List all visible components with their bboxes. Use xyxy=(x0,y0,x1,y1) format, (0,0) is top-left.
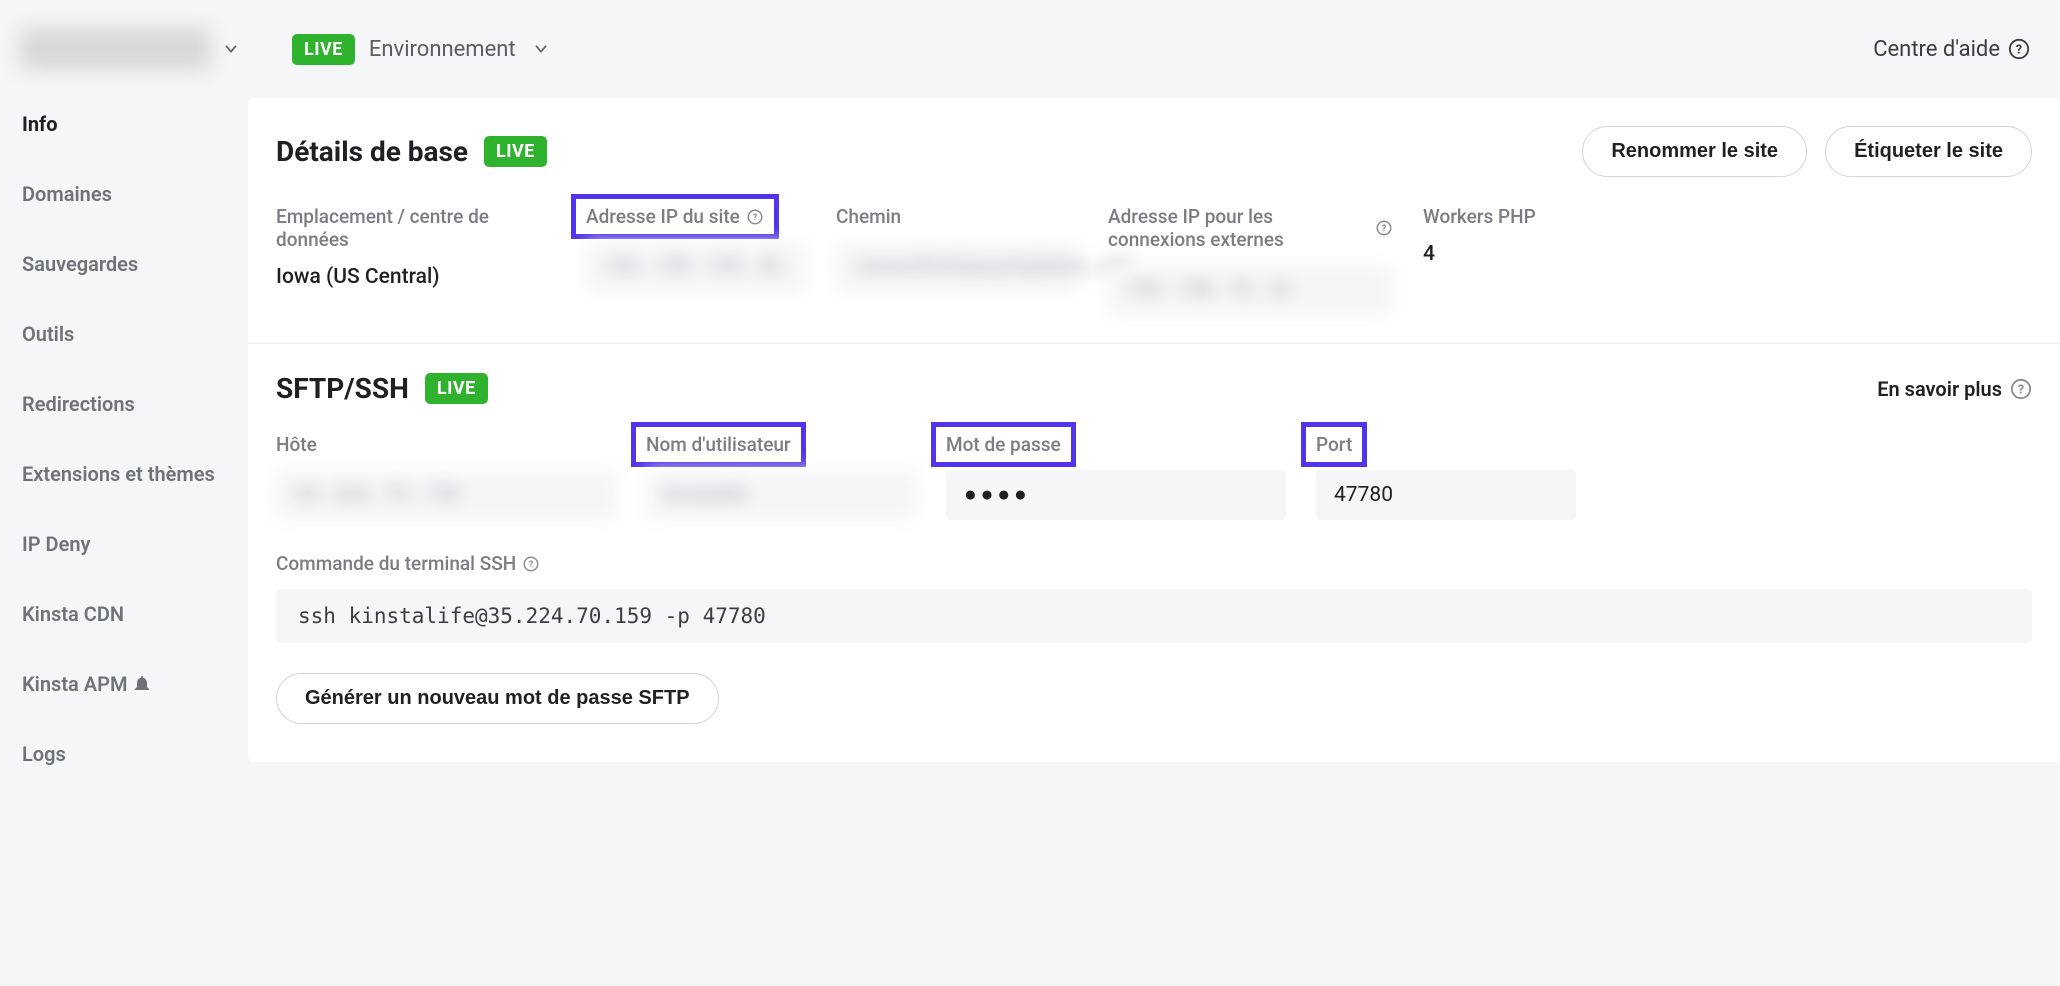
host-label: Hôte xyxy=(276,433,317,456)
site-ip-value[interactable]: 162 . 159 . 135 . 42 xyxy=(586,242,806,292)
sidebar-item-label: Info xyxy=(22,112,58,136)
field-port: Port 47780 xyxy=(1316,433,1576,520)
sidebar-item-kinsta-cdn[interactable]: Kinsta CDN xyxy=(22,588,248,640)
path-label: Chemin xyxy=(836,205,901,228)
regenerate-sftp-password-button[interactable]: Générer un nouveau mot de passe SFTP xyxy=(276,673,719,724)
main-content: Détails de base LIVE Renommer le site Ét… xyxy=(248,98,2060,762)
port-label: Port xyxy=(1301,422,1367,467)
svg-text:?: ? xyxy=(1382,224,1387,234)
field-host: Hôte 35 . 224 . 70 . 159 xyxy=(276,433,616,520)
sidebar-item-label: Extensions et thèmes xyxy=(22,462,215,486)
help-icon: ? xyxy=(2010,378,2032,400)
sidebar-item-label: Sauvegardes xyxy=(22,252,138,276)
help-icon: ? xyxy=(2008,38,2030,60)
sidebar-item-label: Outils xyxy=(22,322,74,346)
sidebar: Info Domaines Sauvegardes Outils Redirec… xyxy=(0,98,248,798)
sidebar-item-domaines[interactable]: Domaines xyxy=(22,168,248,220)
sidebar-item-logs[interactable]: Logs xyxy=(22,728,248,780)
location-value: Iowa (US Central) xyxy=(276,265,556,289)
help-icon[interactable]: ? xyxy=(1375,219,1393,237)
site-ip-label: Adresse IP du site ? xyxy=(571,194,779,239)
sidebar-item-extensions[interactable]: Extensions et thèmes xyxy=(22,448,248,500)
section-title-basic: Détails de base xyxy=(276,135,468,168)
field-ssh-command: Commande du terminal SSH ? ssh kinstalif… xyxy=(276,552,2032,671)
sidebar-item-info[interactable]: Info xyxy=(22,98,248,150)
section-sftp-ssh: SFTP/SSH LIVE En savoir plus ? Hôte 35 .… xyxy=(248,343,2060,752)
host-value[interactable]: 35 . 224 . 70 . 159 xyxy=(276,470,616,520)
php-workers-label: Workers PHP xyxy=(1423,205,1536,228)
field-external-ip: Adresse IP pour les connexions externes … xyxy=(1108,205,1393,315)
svg-text:?: ? xyxy=(529,560,534,570)
field-php-workers: Workers PHP 4 xyxy=(1423,205,1563,315)
label-site-button[interactable]: Étiqueter le site xyxy=(1825,126,2032,177)
site-switcher-chevron-icon[interactable] xyxy=(222,40,240,58)
ssh-command-value[interactable]: ssh kinstalife@35.224.70.159 -p 47780 xyxy=(276,589,2032,643)
sidebar-item-kinsta-apm[interactable]: Kinsta APM xyxy=(22,658,248,710)
sftp-live-badge: LIVE xyxy=(425,373,488,404)
sidebar-item-label: Logs xyxy=(22,742,66,766)
field-password: Mot de passe ●●●● xyxy=(946,433,1286,520)
sidebar-item-label: IP Deny xyxy=(22,532,90,556)
help-icon[interactable]: ? xyxy=(522,555,540,573)
sidebar-item-label: Kinsta APM xyxy=(22,672,127,696)
bell-icon xyxy=(135,676,149,692)
help-center-label: Centre d'aide xyxy=(1873,37,2000,62)
field-site-ip: Adresse IP du site ? 162 . 159 . 135 . 4… xyxy=(586,205,806,315)
sidebar-item-outils[interactable]: Outils xyxy=(22,308,248,360)
sidebar-item-label: Redirections xyxy=(22,392,135,416)
external-ip-label: Adresse IP pour les connexions externes … xyxy=(1108,205,1393,251)
port-value[interactable]: 47780 xyxy=(1316,470,1576,520)
learn-more-label: En savoir plus xyxy=(1877,377,2002,401)
sidebar-item-redirections[interactable]: Redirections xyxy=(22,378,248,430)
environment-live-badge: LIVE xyxy=(292,34,355,65)
svg-text:?: ? xyxy=(753,213,758,223)
environment-chevron-icon[interactable] xyxy=(532,40,550,58)
password-value[interactable]: ●●●● xyxy=(946,470,1286,520)
sidebar-item-label: Kinsta CDN xyxy=(22,602,124,626)
site-name-redacted xyxy=(20,28,210,70)
help-icon[interactable]: ? xyxy=(746,208,764,226)
sidebar-item-ip-deny[interactable]: IP Deny xyxy=(22,518,248,570)
section-basic-details: Détails de base LIVE Renommer le site Ét… xyxy=(248,98,2060,343)
top-bar: LIVE Environnement Centre d'aide ? xyxy=(0,0,2060,98)
environment-label: Environnement xyxy=(369,37,516,62)
field-path: Chemin /www/kinstaexamplesite_349 xyxy=(836,205,1078,315)
learn-more-link[interactable]: En savoir plus ? xyxy=(1877,377,2032,401)
username-label: Nom d'utilisateur xyxy=(631,422,806,467)
ssh-command-label: Commande du terminal SSH ? xyxy=(276,552,540,575)
username-value[interactable]: kinstalife xyxy=(646,470,916,520)
svg-text:?: ? xyxy=(2016,43,2022,58)
password-label: Mot de passe xyxy=(931,422,1076,467)
field-username: Nom d'utilisateur kinstalife xyxy=(646,433,916,520)
field-location: Emplacement / centre de données Iowa (US… xyxy=(276,205,556,315)
external-ip-value[interactable]: 104 . 198 . 76 . 22 xyxy=(1108,265,1393,315)
help-center-link[interactable]: Centre d'aide ? xyxy=(1873,37,2030,62)
basic-live-badge: LIVE xyxy=(484,136,547,167)
location-label: Emplacement / centre de données xyxy=(276,205,556,251)
sidebar-item-sauvegardes[interactable]: Sauvegardes xyxy=(22,238,248,290)
svg-text:?: ? xyxy=(2018,382,2024,397)
rename-site-button[interactable]: Renommer le site xyxy=(1582,126,1807,177)
sidebar-item-label: Domaines xyxy=(22,182,112,206)
section-title-sftp: SFTP/SSH xyxy=(276,372,409,405)
path-value[interactable]: /www/kinstaexamplesite_349 xyxy=(836,242,1078,292)
php-workers-value: 4 xyxy=(1423,242,1563,266)
